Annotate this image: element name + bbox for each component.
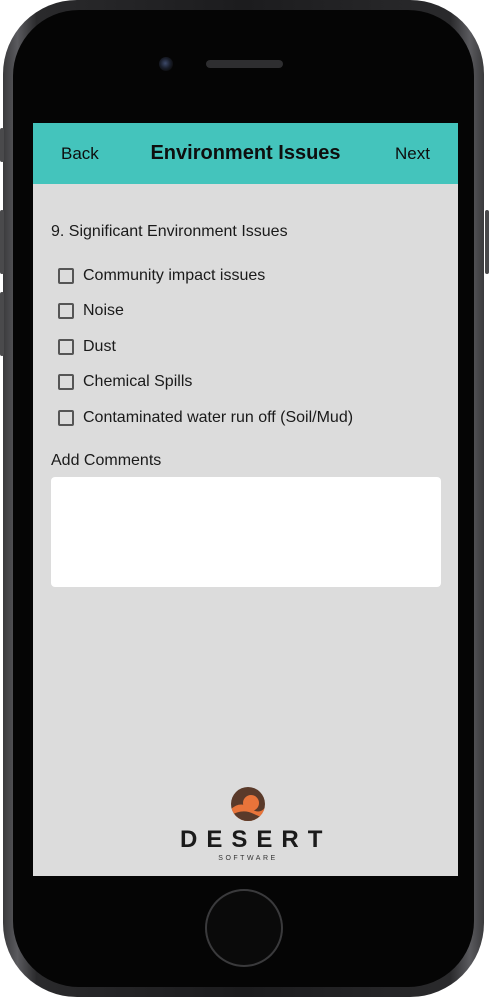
option-contaminated-water[interactable]: Contaminated water run off (Soil/Mud): [58, 400, 448, 436]
back-button[interactable]: Back: [61, 123, 99, 184]
desert-software-logo: DESERT SOFTWARE: [173, 786, 332, 862]
logo-wordmark: DESERT: [180, 826, 332, 853]
logo-subtitle: SOFTWARE: [218, 855, 278, 862]
option-label: Community impact issues: [83, 266, 266, 284]
checkbox[interactable]: [58, 303, 74, 320]
power-button: [485, 210, 489, 274]
checkbox[interactable]: [58, 267, 74, 284]
checkbox[interactable]: [58, 374, 74, 391]
checkbox[interactable]: [58, 409, 74, 426]
volume-up-button: [0, 210, 4, 274]
option-community-impact[interactable]: Community impact issues: [58, 258, 448, 294]
comments-input[interactable]: [51, 477, 441, 587]
question-label: 9. Significant Environment Issues: [51, 223, 288, 240]
mute-switch: [0, 128, 4, 162]
front-camera-icon: [159, 57, 173, 71]
comments-label: Add Comments: [51, 452, 162, 469]
option-chemical-spills[interactable]: Chemical Spills: [58, 365, 448, 401]
next-button[interactable]: Next: [395, 123, 430, 184]
option-label: Chemical Spills: [83, 373, 193, 391]
options-list: Community impact issues Noise Dust Chemi…: [58, 258, 448, 436]
earpiece-speaker: [206, 60, 283, 68]
app-screen: Environment Issues Back Next 9. Signific…: [33, 123, 458, 876]
option-label: Noise: [83, 302, 124, 320]
option-dust[interactable]: Dust: [58, 329, 448, 365]
option-noise[interactable]: Noise: [58, 294, 448, 330]
nav-header: Environment Issues Back Next: [33, 123, 458, 184]
volume-down-button: [0, 292, 4, 356]
checkbox[interactable]: [58, 338, 74, 355]
home-button[interactable]: [205, 889, 283, 967]
option-label: Dust: [83, 337, 116, 355]
option-label: Contaminated water run off (Soil/Mud): [83, 408, 354, 426]
desert-sun-icon: [231, 787, 265, 821]
